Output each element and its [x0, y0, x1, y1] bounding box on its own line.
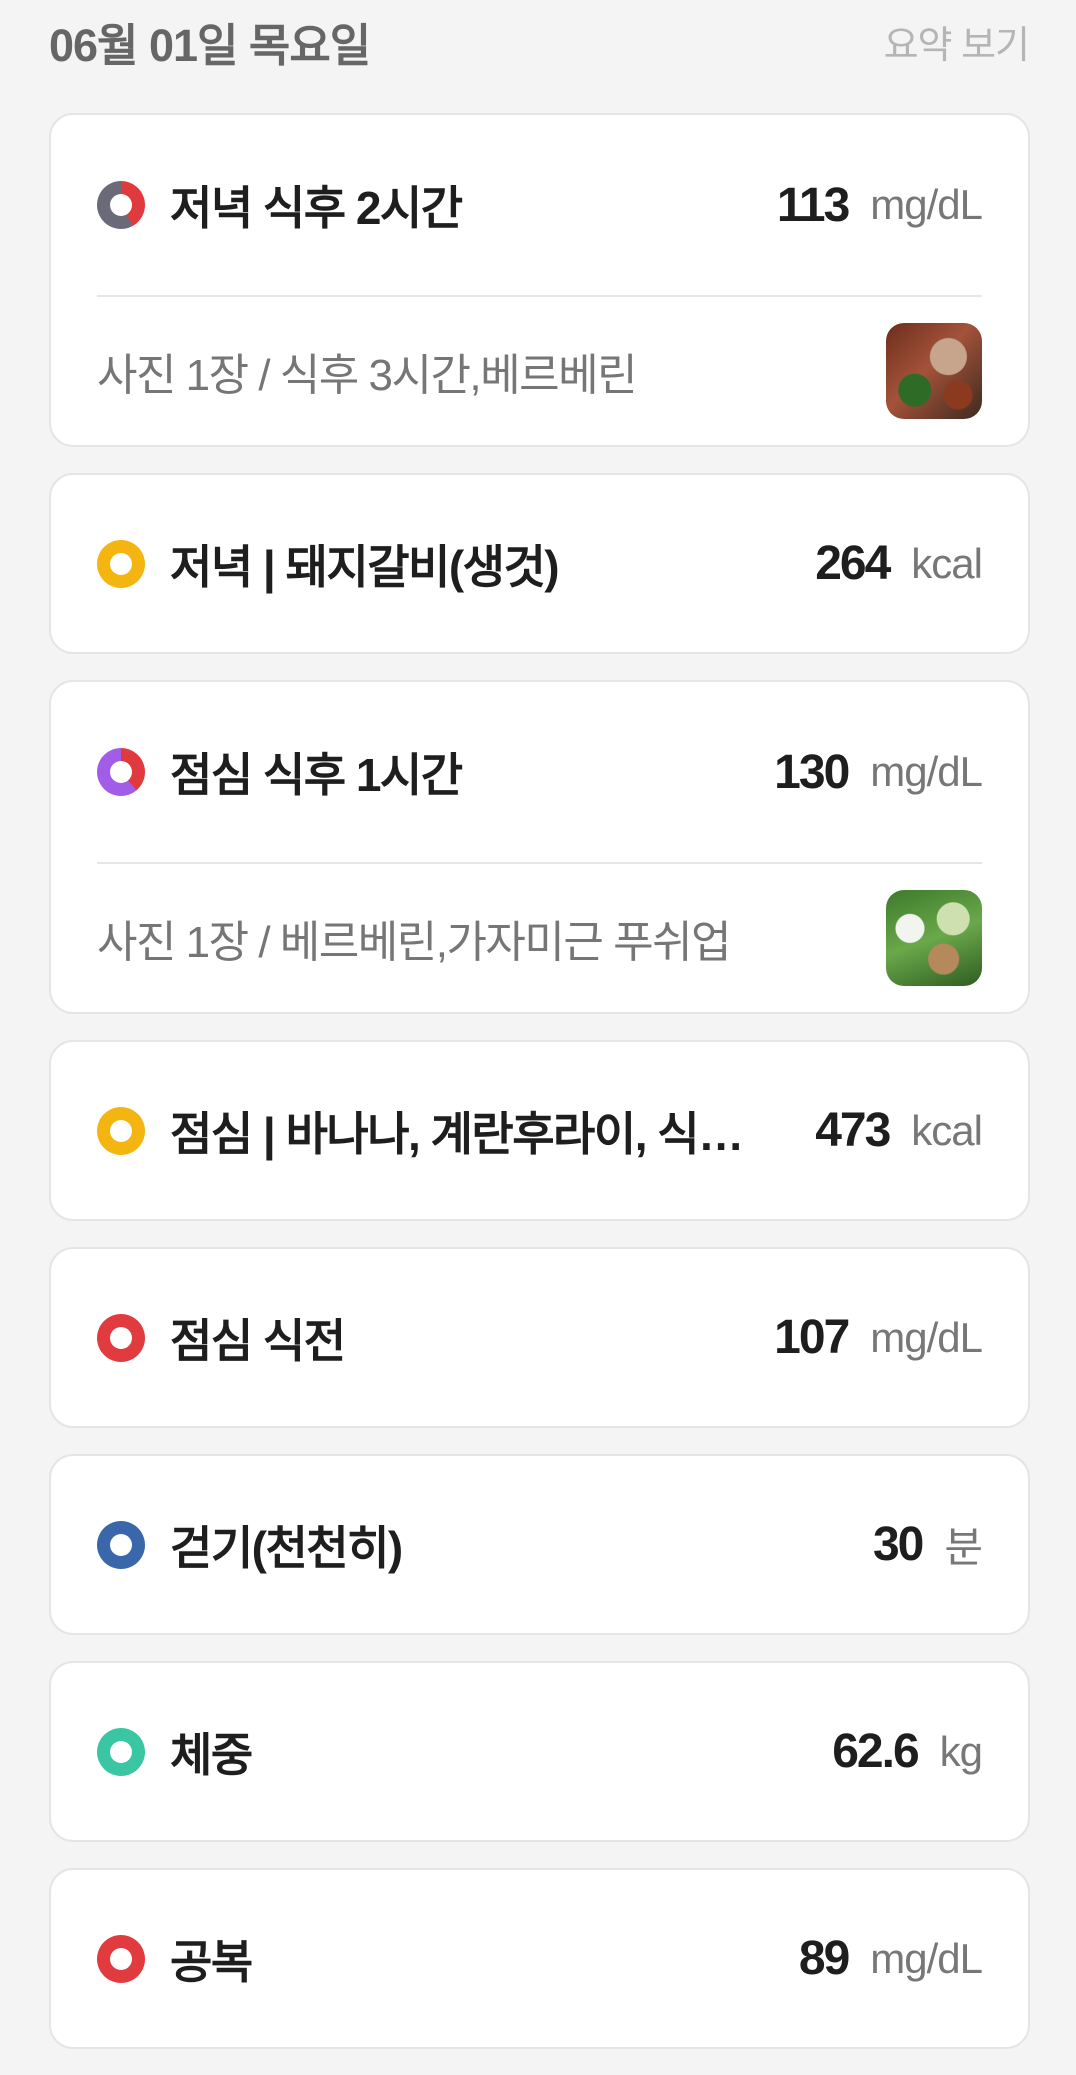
glucose-ring-icon	[97, 181, 145, 229]
record-note: 사진 1장 / 식후 3시간,베르베린	[97, 351, 638, 400]
record-title: 저녁 식후 2시간	[170, 182, 463, 234]
record-title: 점심 | 바나나, 계란후라이, 식…	[170, 1107, 744, 1160]
meal-ring-icon	[97, 539, 145, 588]
record-card-dinner-meal[interactable]: 저녁 | 돼지갈비(생것) 264 kcal	[49, 473, 1030, 654]
record-unit: kcal	[911, 1106, 983, 1154]
record-unit: mg/dL	[870, 748, 983, 795]
meal-ring-icon	[97, 1106, 145, 1155]
record-card-lunch-before[interactable]: 점심 식전 107 mg/dL	[49, 1247, 1030, 1428]
weight-ring-icon	[97, 1727, 145, 1776]
record-card-lunch-glucose[interactable]: 점심 식후 1시간 130 mg/dL 사진 1장 / 베르베린,가자미근 푸쉬…	[49, 680, 1030, 1014]
record-note: 사진 1장 / 베르베린,가자미근 푸쉬업	[97, 918, 732, 967]
glucose-ring-icon	[97, 1313, 145, 1362]
record-value: 264	[815, 537, 891, 590]
record-card-walking[interactable]: 걷기(천천히) 30 분	[49, 1454, 1030, 1635]
record-title: 걷기(천천히)	[170, 1521, 403, 1574]
summary-link[interactable]: 요약 보기	[884, 14, 1030, 69]
record-value: 62.6	[832, 1725, 919, 1778]
record-unit: mg/dL	[870, 181, 983, 228]
record-unit: kg	[939, 1727, 983, 1775]
record-title: 저녁 | 돼지갈비(생것)	[170, 540, 560, 593]
record-value: 89	[798, 1932, 850, 1985]
record-unit: mg/dL	[870, 1313, 983, 1361]
date-header: 06월 01일 목요일 요약 보기	[49, 0, 1030, 82]
record-title: 공복	[170, 1935, 253, 1988]
record-value: 473	[815, 1104, 891, 1157]
exercise-ring-icon	[97, 1520, 145, 1569]
record-title: 점심 식후 1시간	[170, 749, 463, 801]
record-card-lunch-meal[interactable]: 점심 | 바나나, 계란후라이, 식… 473 kcal	[49, 1040, 1030, 1221]
record-unit: 분	[944, 1524, 983, 1571]
record-unit: mg/dL	[870, 1934, 983, 1982]
glucose-ring-icon	[97, 748, 145, 796]
record-card-fasting[interactable]: 공복 89 mg/dL	[49, 1868, 1030, 2049]
meal-photo-thumbnail[interactable]	[886, 323, 982, 419]
record-value: 130	[774, 745, 850, 799]
record-list: 저녁 식후 2시간 113 mg/dL 사진 1장 / 식후 3시간,베르베린 …	[49, 113, 1030, 2075]
record-unit: kcal	[911, 539, 983, 587]
record-title: 체중	[170, 1728, 253, 1781]
glucose-ring-icon	[97, 1934, 145, 1983]
record-title: 점심 식전	[170, 1314, 346, 1367]
record-value: 107	[774, 1311, 850, 1364]
meal-photo-thumbnail[interactable]	[886, 890, 982, 986]
record-card-weight[interactable]: 체중 62.6 kg	[49, 1661, 1030, 1842]
record-card-dinner-glucose[interactable]: 저녁 식후 2시간 113 mg/dL 사진 1장 / 식후 3시간,베르베린	[49, 113, 1030, 447]
record-value: 113	[776, 178, 850, 232]
date-title: 06월 01일 목요일	[49, 19, 371, 71]
record-value: 30	[872, 1518, 924, 1571]
